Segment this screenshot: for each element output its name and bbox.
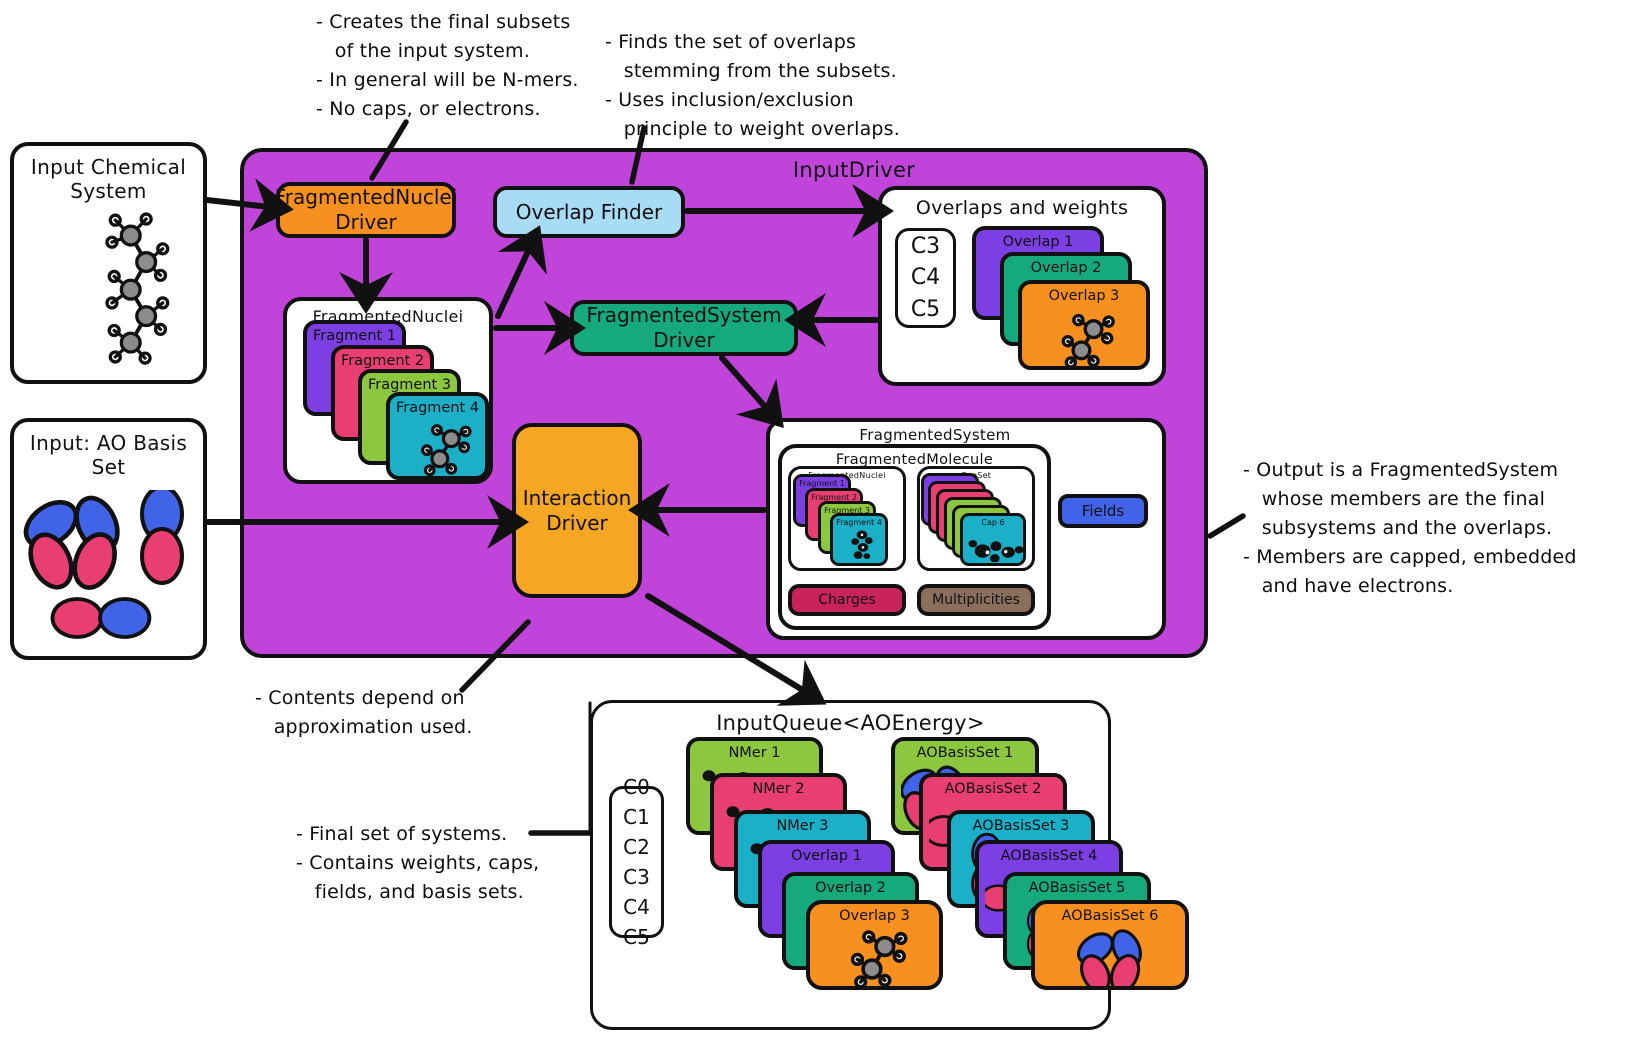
weight-value: C0 bbox=[623, 775, 650, 799]
overlap-card-label: Overlap 3 bbox=[1048, 288, 1120, 304]
overlap-weights-list: C3 C4 C5 bbox=[895, 228, 956, 328]
queue-basis-card-label: AOBasisSet 6 bbox=[1061, 908, 1159, 924]
weight-value: C5 bbox=[910, 296, 941, 322]
overlap-finder-node[interactable]: Overlap Finder bbox=[493, 186, 685, 238]
orbital-icon bbox=[22, 490, 184, 639]
queue-system-card-label: Overlap 3 bbox=[839, 908, 910, 924]
fragment-card-label: Fragment 2 bbox=[340, 353, 425, 369]
leader-line bbox=[1207, 513, 1246, 539]
queue-system-card-label: NMer 1 bbox=[728, 745, 781, 761]
input-ao-basis-set-box: Input: AO Basis Set bbox=[10, 418, 207, 660]
queue-system-card-label: NMer 2 bbox=[752, 781, 805, 797]
fragmented-system-driver-node[interactable]: FragmentedSystem Driver bbox=[570, 300, 798, 356]
note-output-fragmented-system: - Output is a FragmentedSystem whose mem… bbox=[1243, 459, 1577, 597]
fragment-card-label: Fragment 4 bbox=[395, 400, 480, 416]
molecule-icon bbox=[420, 423, 472, 476]
input-queue-title: InputQueue<AOEnergy> bbox=[716, 711, 985, 735]
molecule-icon bbox=[105, 212, 170, 365]
molecule-icon bbox=[1061, 313, 1116, 366]
molecule-icon bbox=[851, 530, 873, 560]
fragment-card-label: Fragment 1 bbox=[312, 328, 397, 344]
orbital-icon bbox=[1071, 926, 1148, 986]
queue-basis-card[interactable]: AOBasisSet 6 bbox=[1031, 900, 1189, 990]
note-interaction-driver: - Contents depend on approximation used. bbox=[255, 687, 473, 738]
overlap-card-label: Overlap 2 bbox=[1030, 260, 1102, 276]
weight-value: C5 bbox=[623, 925, 650, 949]
queue-system-card[interactable]: Overlap 3 bbox=[806, 900, 943, 990]
overlap-card-label: Overlap 1 bbox=[1002, 234, 1074, 250]
overlap-card[interactable]: Overlap 3 bbox=[1018, 280, 1150, 370]
weight-value: C4 bbox=[623, 895, 650, 919]
interaction-driver-node[interactable]: Interaction Driver bbox=[512, 423, 642, 598]
fields-node[interactable]: Fields bbox=[1058, 494, 1148, 528]
weight-value: C1 bbox=[623, 805, 650, 829]
queue-system-card-label: NMer 3 bbox=[776, 818, 829, 834]
input-queue-weights-list: C0 C1 C2 C3 C4 C5 bbox=[609, 775, 664, 949]
input-driver-title: InputDriver bbox=[792, 158, 916, 182]
queue-system-card-label: Overlap 1 bbox=[791, 848, 862, 864]
overlaps-and-weights-title: Overlaps and weights bbox=[915, 197, 1129, 219]
note-input-queue: - Final set of systems. - Contains weigh… bbox=[296, 823, 540, 903]
cap-card-label: Cap 6 bbox=[981, 518, 1005, 527]
fragmented-system-title: FragmentedSystem bbox=[859, 426, 1011, 444]
fragment-card[interactable]: Fragment 4 bbox=[386, 392, 489, 480]
cap-blob-icon bbox=[968, 540, 1023, 562]
input-ao-basis-set-title: Input: AO Basis Set bbox=[29, 431, 188, 479]
fragment-card-label: Fragment 3 bbox=[367, 377, 452, 393]
cap-card[interactable]: Cap 6 bbox=[960, 513, 1026, 566]
note-fragmented-nuclei-driver: - Creates the final subsets of the input… bbox=[316, 11, 579, 120]
weight-value: C3 bbox=[910, 234, 941, 260]
note-overlap-finder: - Finds the set of overlaps stemming fro… bbox=[605, 31, 901, 140]
input-chemical-system-box: Input Chemical System bbox=[10, 142, 207, 384]
weight-value: C4 bbox=[910, 265, 941, 291]
nested-fragment-card-label: Fragment 4 bbox=[836, 518, 882, 527]
weight-value: C2 bbox=[623, 835, 650, 859]
diagram-canvas: - Creates the final subsets of the input… bbox=[0, 0, 1626, 1040]
molecule-icon bbox=[834, 924, 926, 990]
queue-system-card-label: Overlap 2 bbox=[815, 880, 886, 896]
fragmented-nuclei-driver-node[interactable]: FragmentedNuclei Driver bbox=[275, 182, 457, 238]
input-chemical-system-title: Input Chemical System bbox=[30, 155, 187, 203]
nested-fragment-card[interactable]: Fragment 4 bbox=[830, 513, 888, 566]
charges-node[interactable]: Charges bbox=[788, 584, 906, 616]
multiplicities-node[interactable]: Multiplicities bbox=[917, 584, 1035, 616]
weight-value: C3 bbox=[623, 865, 650, 889]
nested-fragment-card-label: Fragment 1 bbox=[799, 479, 845, 488]
